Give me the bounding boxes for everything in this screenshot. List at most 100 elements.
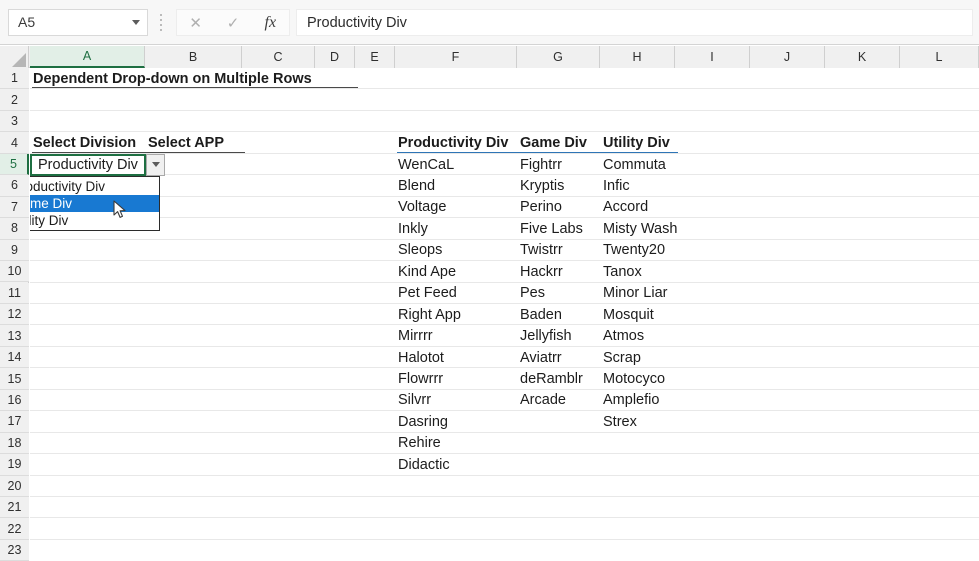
row-header-22[interactable]: 22 <box>0 518 29 540</box>
select-all-corner[interactable] <box>0 46 29 68</box>
table-cell[interactable]: Silvrr <box>398 390 431 411</box>
table-cell[interactable]: Strex <box>603 411 637 432</box>
table-cell[interactable]: Fightrr <box>520 154 562 175</box>
table-cell[interactable]: Infic <box>603 175 630 196</box>
table-header-3[interactable]: Utility Div <box>603 132 670 153</box>
grid-row-line <box>30 174 979 176</box>
column-header-b[interactable]: B <box>145 46 242 68</box>
table-header-1[interactable]: Productivity Div <box>398 132 508 153</box>
table-cell[interactable]: Baden <box>520 304 562 325</box>
row-header-19[interactable]: 19 <box>0 454 29 476</box>
column-header-i[interactable]: I <box>675 46 750 68</box>
confirm-check-icon[interactable]: ✓ <box>214 10 251 35</box>
table-cell[interactable]: Misty Wash <box>603 218 677 239</box>
column-header-j[interactable]: J <box>750 46 825 68</box>
table-cell[interactable]: Dasring <box>398 411 448 432</box>
column-header-c[interactable]: C <box>242 46 315 68</box>
table-cell[interactable]: Atmos <box>603 325 644 346</box>
dropdown-option-utility-div[interactable]: Utility Div <box>30 212 159 229</box>
table-cell[interactable]: Mosquit <box>603 304 654 325</box>
table-cell[interactable]: Voltage <box>398 197 446 218</box>
table-cell[interactable]: Kind Ape <box>398 261 456 282</box>
table-cell[interactable]: Inkly <box>398 218 428 239</box>
table-cell[interactable]: Accord <box>603 197 648 218</box>
column-header-a[interactable]: A <box>30 46 145 68</box>
row-header-4[interactable]: 4 <box>0 132 29 154</box>
table-cell[interactable]: Motocyco <box>603 368 665 389</box>
column-header-h[interactable]: H <box>600 46 675 68</box>
table-cell[interactable]: Twistrr <box>520 240 563 261</box>
row-header-5[interactable]: 5 <box>0 153 29 176</box>
dropdown-option-game-div[interactable]: Game Div <box>30 194 159 212</box>
table-cell[interactable]: Scrap <box>603 347 641 368</box>
formula-input[interactable]: Productivity Div <box>296 9 973 36</box>
grid-row-line <box>30 388 979 390</box>
table-cell[interactable]: Jellyfish <box>520 325 572 346</box>
name-box[interactable]: A5 <box>8 9 148 36</box>
table-cell[interactable]: Hackrr <box>520 261 563 282</box>
row-header-18[interactable]: 18 <box>0 432 29 455</box>
table-cell[interactable]: Aviatrr <box>520 347 562 368</box>
row-header-12[interactable]: 12 <box>0 303 29 326</box>
row-header-3[interactable]: 3 <box>0 110 29 133</box>
table-cell[interactable]: Perino <box>520 197 562 218</box>
dropdown-option-productivity-div[interactable]: Productivity Div <box>30 178 159 195</box>
row-header-16[interactable]: 16 <box>0 389 29 412</box>
grid-row-line <box>30 367 979 369</box>
column-header-d[interactable]: D <box>315 46 355 68</box>
column-header-l[interactable]: L <box>900 46 979 68</box>
formula-bar-grip-icon[interactable] <box>158 14 164 31</box>
table-cell[interactable]: Didactic <box>398 454 450 475</box>
dropdown-arrow-icon[interactable] <box>146 153 165 176</box>
table-cell[interactable]: WenCaL <box>398 154 454 175</box>
grid-row-line <box>30 302 979 304</box>
label-select-division[interactable]: Select Division <box>33 132 136 153</box>
column-header-g[interactable]: G <box>517 46 600 68</box>
row-header-20[interactable]: 20 <box>0 475 29 497</box>
table-cell[interactable]: Five Labs <box>520 218 583 239</box>
name-box-dropdown-icon[interactable] <box>125 10 147 35</box>
table-cell[interactable]: Arcade <box>520 390 566 411</box>
table-cell[interactable]: Minor Liar <box>603 283 667 304</box>
active-cell-a5[interactable]: Productivity Div <box>30 153 146 176</box>
table-cell[interactable]: Kryptis <box>520 175 564 196</box>
row-header-11[interactable]: 11 <box>0 282 29 304</box>
table-cell[interactable]: Blend <box>398 175 435 196</box>
row-header-23[interactable]: 23 <box>0 539 29 561</box>
row-header-13[interactable]: 13 <box>0 325 29 347</box>
table-cell[interactable]: Right App <box>398 304 461 325</box>
row-header-8[interactable]: 8 <box>0 218 29 240</box>
column-header-f[interactable]: F <box>395 46 517 68</box>
row-header-1[interactable]: 1 <box>0 68 29 90</box>
table-cell[interactable]: Pes <box>520 283 545 304</box>
column-header-k[interactable]: K <box>825 46 900 68</box>
grid-row-line <box>30 517 979 519</box>
row-header-14[interactable]: 14 <box>0 346 29 369</box>
table-cell[interactable]: Commuta <box>603 154 666 175</box>
table-cell[interactable]: Tanox <box>603 261 642 282</box>
table-header-2[interactable]: Game Div <box>520 132 587 153</box>
dropdown-list[interactable]: Productivity DivGame DivUtility Div <box>30 175 160 231</box>
insert-function-icon[interactable]: fx <box>252 10 289 35</box>
row-header-7[interactable]: 7 <box>0 196 29 219</box>
table-cell[interactable]: Rehire <box>398 433 441 454</box>
table-cell[interactable]: Amplefio <box>603 390 659 411</box>
table-cell[interactable]: Halotot <box>398 347 444 368</box>
cancel-icon[interactable]: ✕ <box>177 10 214 35</box>
table-cell[interactable]: Flowrrr <box>398 368 443 389</box>
row-header-17[interactable]: 17 <box>0 411 29 433</box>
row-header-15[interactable]: 15 <box>0 368 29 390</box>
row-header-2[interactable]: 2 <box>0 89 29 111</box>
label-select-app[interactable]: Select APP <box>148 132 224 153</box>
page-title[interactable]: Dependent Drop-down on Multiple Rows <box>33 68 312 89</box>
row-header-6[interactable]: 6 <box>0 175 29 197</box>
table-cell[interactable]: deRamblr <box>520 368 583 389</box>
row-header-9[interactable]: 9 <box>0 239 29 262</box>
row-header-21[interactable]: 21 <box>0 497 29 519</box>
table-cell[interactable]: Sleops <box>398 240 442 261</box>
table-cell[interactable]: Twenty20 <box>603 240 665 261</box>
row-header-10[interactable]: 10 <box>0 261 29 283</box>
table-cell[interactable]: Mirrrr <box>398 325 433 346</box>
column-header-e[interactable]: E <box>355 46 395 68</box>
table-cell[interactable]: Pet Feed <box>398 283 457 304</box>
